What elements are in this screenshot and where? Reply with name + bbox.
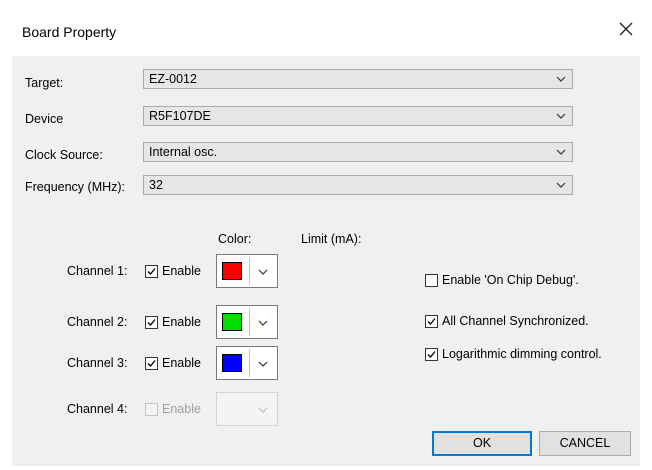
log-dimming-label: Logarithmic dimming control. (442, 347, 602, 361)
chevron-down-icon (258, 407, 268, 413)
channel-1-enable-label: Enable (162, 264, 201, 278)
log-dimming-checkbox[interactable] (425, 348, 438, 361)
chevron-down-icon (258, 269, 268, 275)
channel-3-label: Channel 3: (67, 356, 128, 370)
chevron-down-icon (556, 149, 566, 155)
divider (249, 349, 250, 377)
chevron-down-icon (556, 182, 566, 188)
channel-1-color-picker[interactable] (216, 254, 278, 288)
title-bar: Board Property (0, 0, 652, 62)
checkmark-icon (427, 318, 436, 325)
target-value: EZ-0012 (149, 72, 197, 86)
channel-4-enable-label: Enable (162, 402, 201, 416)
cancel-button[interactable]: CANCEL (539, 431, 631, 456)
color-swatch (222, 354, 242, 372)
limit-header: Limit (mA): (301, 232, 362, 246)
divider (249, 308, 250, 336)
device-combobox[interactable]: R5F107DE (143, 106, 573, 126)
on-chip-debug-checkbox[interactable] (425, 274, 438, 287)
frequency-combobox[interactable]: 32 (143, 175, 573, 195)
frequency-label: Frequency (MHz): (25, 180, 126, 194)
color-swatch (222, 262, 242, 280)
channel-2-color-picker[interactable] (216, 305, 278, 339)
channel-1-enable-checkbox[interactable] (145, 265, 158, 278)
clock-source-label: Clock Source: (25, 148, 103, 162)
channel-4-label: Channel 4: (67, 402, 128, 416)
ok-button[interactable]: OK (432, 431, 532, 456)
channel-4-color-picker[interactable] (216, 392, 278, 426)
chevron-down-icon (258, 361, 268, 367)
on-chip-debug-label: Enable 'On Chip Debug'. (442, 273, 579, 287)
checkmark-icon (427, 351, 436, 358)
channel-3-enable-checkbox[interactable] (145, 357, 158, 370)
channel-2-enable-label: Enable (162, 315, 201, 329)
device-label: Device (25, 112, 64, 126)
channel-2-label: Channel 2: (67, 315, 128, 329)
checkmark-icon (147, 360, 156, 367)
channel-2-enable-checkbox[interactable] (145, 316, 158, 329)
target-label: Target: (25, 76, 64, 90)
dialog-body: Target: EZ-0012 Device R5F107DE Clock So… (12, 56, 640, 466)
divider (249, 257, 250, 285)
clock-source-value: Internal osc. (149, 145, 218, 159)
checkmark-icon (147, 319, 156, 326)
window-title: Board Property (22, 24, 117, 40)
device-value: R5F107DE (149, 109, 211, 123)
channel-1-label: Channel 1: (67, 264, 128, 278)
chevron-down-icon (556, 76, 566, 82)
channel-3-color-picker[interactable] (216, 346, 278, 380)
channel-3-enable-label: Enable (162, 356, 201, 370)
chevron-down-icon (258, 320, 268, 326)
close-icon[interactable] (615, 18, 637, 40)
color-header: Color: (218, 232, 252, 246)
chevron-down-icon (556, 113, 566, 119)
frequency-value: 32 (149, 178, 163, 192)
color-swatch (222, 313, 242, 331)
checkmark-icon (147, 268, 156, 275)
clock-source-combobox[interactable]: Internal osc. (143, 142, 573, 162)
channel-sync-label: All Channel Synchronized. (442, 314, 589, 328)
channel-sync-checkbox[interactable] (425, 315, 438, 328)
target-combobox[interactable]: EZ-0012 (143, 69, 573, 89)
channel-4-enable-checkbox[interactable] (145, 403, 158, 416)
